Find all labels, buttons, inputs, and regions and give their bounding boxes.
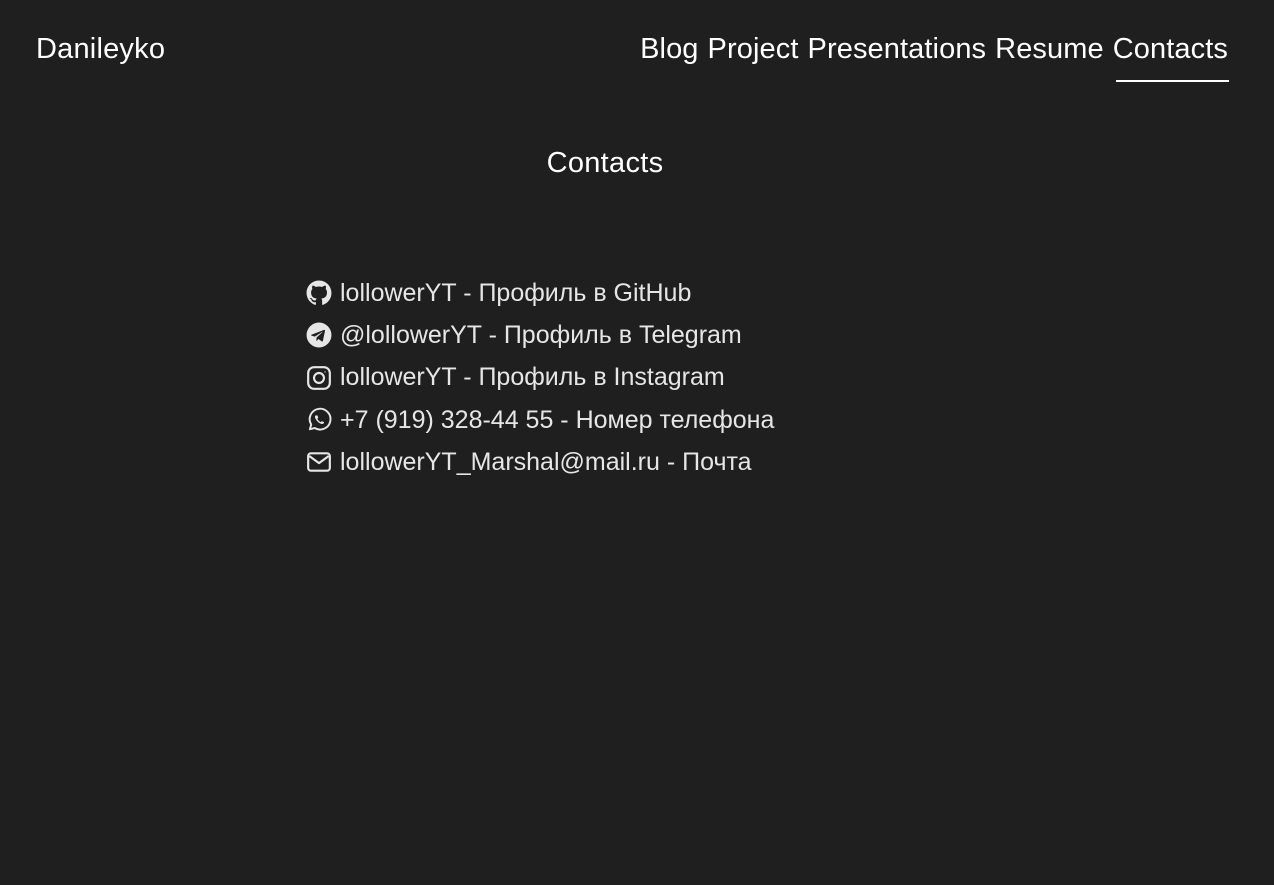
site-header: Danileyko Blog Project Presentations Res… — [0, 0, 1274, 100]
main-nav: Blog Project Presentations Resume Contac… — [640, 31, 1230, 82]
contact-item-email[interactable]: lollowerYT_Marshal@mail.ru - Почта — [306, 441, 774, 483]
contact-item-github[interactable]: lollowerYT - Профиль в GitHub — [306, 272, 774, 314]
nav-item-blog[interactable]: Blog — [640, 31, 698, 67]
contact-item-phone[interactable]: +7 (919) 328-44 55 - Номер телефона — [306, 399, 774, 441]
contact-text: lollowerYT - Профиль в GitHub — [340, 278, 692, 307]
nav-item-project[interactable]: Project — [708, 31, 799, 67]
nav-item-resume[interactable]: Resume — [995, 31, 1104, 67]
github-icon — [306, 280, 332, 306]
contact-text: lollowerYT_Marshal@mail.ru - Почта — [340, 447, 752, 476]
telegram-icon — [306, 322, 332, 348]
whatsapp-icon — [306, 407, 332, 433]
contact-text: +7 (919) 328-44 55 - Номер телефона — [340, 405, 775, 434]
contact-item-instagram[interactable]: lollowerYT - Профиль в Instagram — [306, 357, 774, 399]
nav-item-presentations[interactable]: Presentations — [808, 31, 987, 67]
site-logo-link[interactable]: Danileyko — [36, 31, 165, 67]
instagram-icon — [306, 365, 332, 391]
mail-icon — [306, 449, 332, 475]
contact-text: lollowerYT - Профиль в Instagram — [340, 363, 725, 392]
contact-item-telegram[interactable]: @lollowerYT - Профиль в Telegram — [306, 314, 774, 356]
page-title: Contacts — [546, 147, 664, 179]
contacts-list: lollowerYT - Профиль в GitHub @lollowerY… — [306, 272, 774, 483]
nav-item-contacts[interactable]: Contacts — [1113, 31, 1230, 82]
contact-text: @lollowerYT - Профиль в Telegram — [340, 320, 742, 349]
